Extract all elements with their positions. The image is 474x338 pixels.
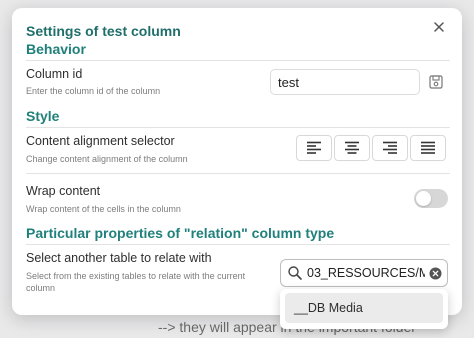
section-behavior-title: Behavior xyxy=(26,41,86,57)
wrap-content-toggle[interactable] xyxy=(414,189,448,208)
relation-search-box xyxy=(280,259,448,287)
divider xyxy=(26,127,450,128)
column-id-input[interactable] xyxy=(270,69,420,95)
wrap-content-label: Wrap content xyxy=(26,184,101,198)
align-right-icon xyxy=(383,141,397,154)
close-button[interactable] xyxy=(430,18,448,36)
align-right-button[interactable] xyxy=(372,135,408,161)
save-icon xyxy=(429,75,443,89)
search-icon xyxy=(288,266,302,280)
relation-search-input[interactable] xyxy=(303,266,429,280)
align-center-button[interactable] xyxy=(334,135,370,161)
align-left-button[interactable] xyxy=(296,135,332,161)
divider xyxy=(26,244,450,245)
modal-title: Settings of test column xyxy=(26,23,181,39)
save-button[interactable] xyxy=(428,74,444,90)
wrap-content-description: Wrap content of the cells in the column xyxy=(26,204,181,214)
suggestion-item[interactable]: __DB Media xyxy=(285,293,443,323)
divider xyxy=(26,173,450,174)
divider xyxy=(26,60,450,61)
align-justify-icon xyxy=(421,141,435,154)
close-icon xyxy=(434,22,444,32)
relation-table-label: Select another table to relate with xyxy=(26,251,212,265)
clear-search-icon[interactable] xyxy=(429,267,442,280)
align-left-icon xyxy=(307,141,321,154)
toggle-knob xyxy=(416,191,431,206)
align-center-icon xyxy=(345,141,359,154)
column-id-description: Enter the column id of the column xyxy=(26,86,161,96)
relation-table-description: Select from the existing tables to relat… xyxy=(26,271,246,293)
column-id-label: Column id xyxy=(26,67,83,81)
section-style-title: Style xyxy=(26,108,60,124)
alignment-description: Change content alignment of the column xyxy=(26,154,188,164)
align-justify-button[interactable] xyxy=(410,135,446,161)
settings-modal: Settings of test column Behavior Column … xyxy=(12,8,462,329)
suggestion-dropdown: __DB Media xyxy=(280,289,448,329)
alignment-selector xyxy=(296,135,446,161)
alignment-label: Content alignment selector xyxy=(26,134,175,148)
section-relation-title: Particular properties of "relation" colu… xyxy=(26,225,335,241)
